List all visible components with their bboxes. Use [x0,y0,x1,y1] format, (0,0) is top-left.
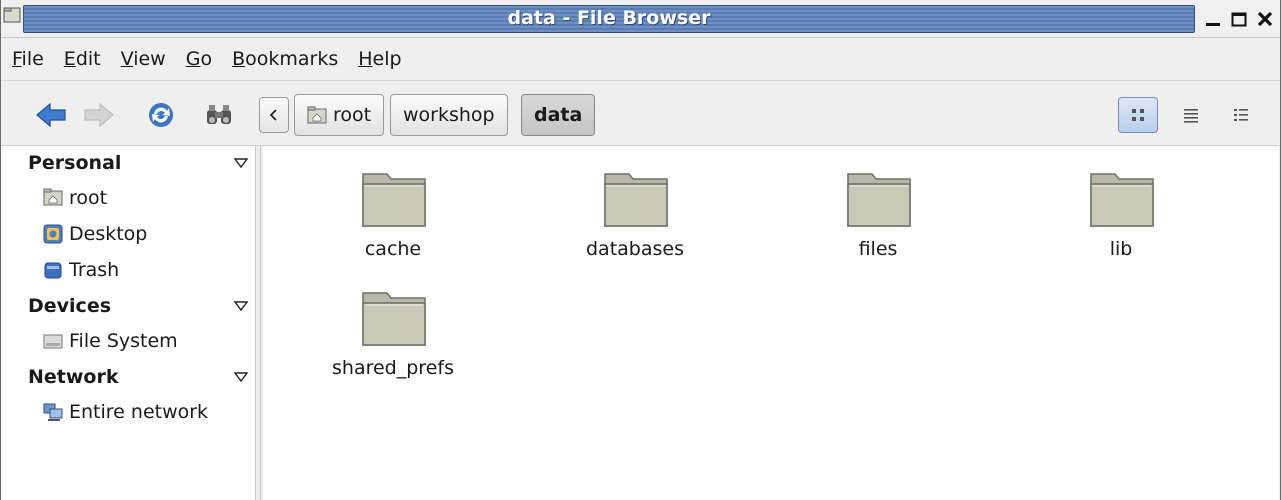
menu-view[interactable]: View [121,48,166,70]
folder-icon [847,173,911,227]
folder-icon [604,173,668,227]
sidebar-item-label: File System [69,330,178,352]
menu-help[interactable]: Help [358,48,401,70]
reload-icon [149,103,173,127]
file-browser-window: data - File Browser File Edit View Go Bo… [0,0,1281,500]
maximize-button[interactable] [1228,6,1250,32]
menu-bar: File Edit View Go Bookmarks Help [1,40,1280,78]
section-label: Devices [28,295,112,317]
desktop-icon [43,224,63,244]
minimize-button[interactable] [1202,6,1224,32]
collapse-triangle-icon[interactable] [234,301,248,311]
home-folder-icon [43,188,63,206]
sidebar-item-root[interactable]: root [43,181,107,215]
drive-icon [43,334,63,349]
file-name: shared_prefs [332,357,454,379]
toolbar: root workshop data [1,80,1280,146]
breadcrumb-root[interactable]: root [294,94,385,136]
menu-file[interactable]: File [12,48,44,70]
section-label: Personal [28,152,122,174]
chevron-left-icon [269,109,277,121]
network-icon [43,403,63,421]
search-button[interactable] [201,97,237,133]
places-sidebar: Personal root Desktop Trash Devices File… [1,146,257,500]
list-lines-icon [1184,109,1198,123]
folder-item-databases[interactable]: databases [540,146,730,260]
breadcrumb-label: data [534,104,583,126]
folder-item-shared-prefs[interactable]: shared_prefs [298,265,488,379]
app-folder-icon[interactable] [3,6,21,24]
forward-arrow-icon [84,102,114,128]
file-name: lib [1109,238,1133,260]
compact-view-button[interactable] [1221,97,1261,133]
menu-bookmarks[interactable]: Bookmarks [232,48,338,70]
folder-item-files[interactable]: files [783,146,973,260]
reload-button[interactable] [143,97,179,133]
breadcrumb-scroll-left[interactable] [259,97,289,133]
sidebar-item-trash[interactable]: Trash [43,253,119,287]
sidebar-item-label: root [69,187,108,209]
collapse-triangle-icon[interactable] [234,372,248,382]
close-button[interactable] [1254,6,1276,32]
back-arrow-icon [36,102,66,128]
breadcrumb-label: workshop [403,104,495,126]
file-name: cache [364,238,422,260]
home-folder-icon [307,106,327,124]
back-button[interactable] [33,97,69,133]
breadcrumb-data[interactable]: data [521,94,596,136]
sidebar-section-personal[interactable]: Personal [28,146,248,180]
sidebar-section-devices[interactable]: Devices [28,289,248,323]
file-name: files [858,238,898,260]
section-label: Network [28,366,119,388]
icon-grid-icon [1132,109,1144,121]
title-bar[interactable]: data - File Browser [1,0,1280,38]
menu-edit[interactable]: Edit [64,48,101,70]
binoculars-icon [207,105,231,124]
menu-go[interactable]: Go [186,48,212,70]
sidebar-section-network[interactable]: Network [28,360,248,394]
trash-icon [44,262,62,279]
file-view[interactable]: cache databases files lib shared_prefs [263,146,1279,500]
icon-view-button[interactable] [1118,97,1158,133]
sidebar-item-file-system[interactable]: File System [43,324,178,358]
sidebar-item-label: Entire network [69,401,209,423]
sidebar-item-entire-network[interactable]: Entire network [43,395,208,429]
folder-icon [362,292,426,346]
sidebar-item-label: Trash [69,259,120,281]
detailed-list-icon [1234,109,1248,121]
folder-icon [1090,173,1154,227]
sidebar-item-label: Desktop [69,223,148,245]
folder-item-lib[interactable]: lib [1026,146,1216,260]
minimize-icon [1206,23,1220,26]
collapse-triangle-icon[interactable] [234,158,248,168]
sidebar-item-desktop[interactable]: Desktop [43,217,147,251]
file-name: databases [586,238,684,260]
close-icon [1257,11,1273,27]
folder-item-cache[interactable]: cache [298,146,488,260]
maximize-icon [1231,12,1247,27]
forward-button[interactable] [81,97,117,133]
window-title: data - File Browser [23,5,1195,33]
list-view-button[interactable] [1171,97,1211,133]
breadcrumb-workshop[interactable]: workshop [390,94,508,136]
sidebar-resize-handle[interactable] [255,146,261,500]
breadcrumb-label: root [333,104,372,126]
folder-icon [362,173,426,227]
